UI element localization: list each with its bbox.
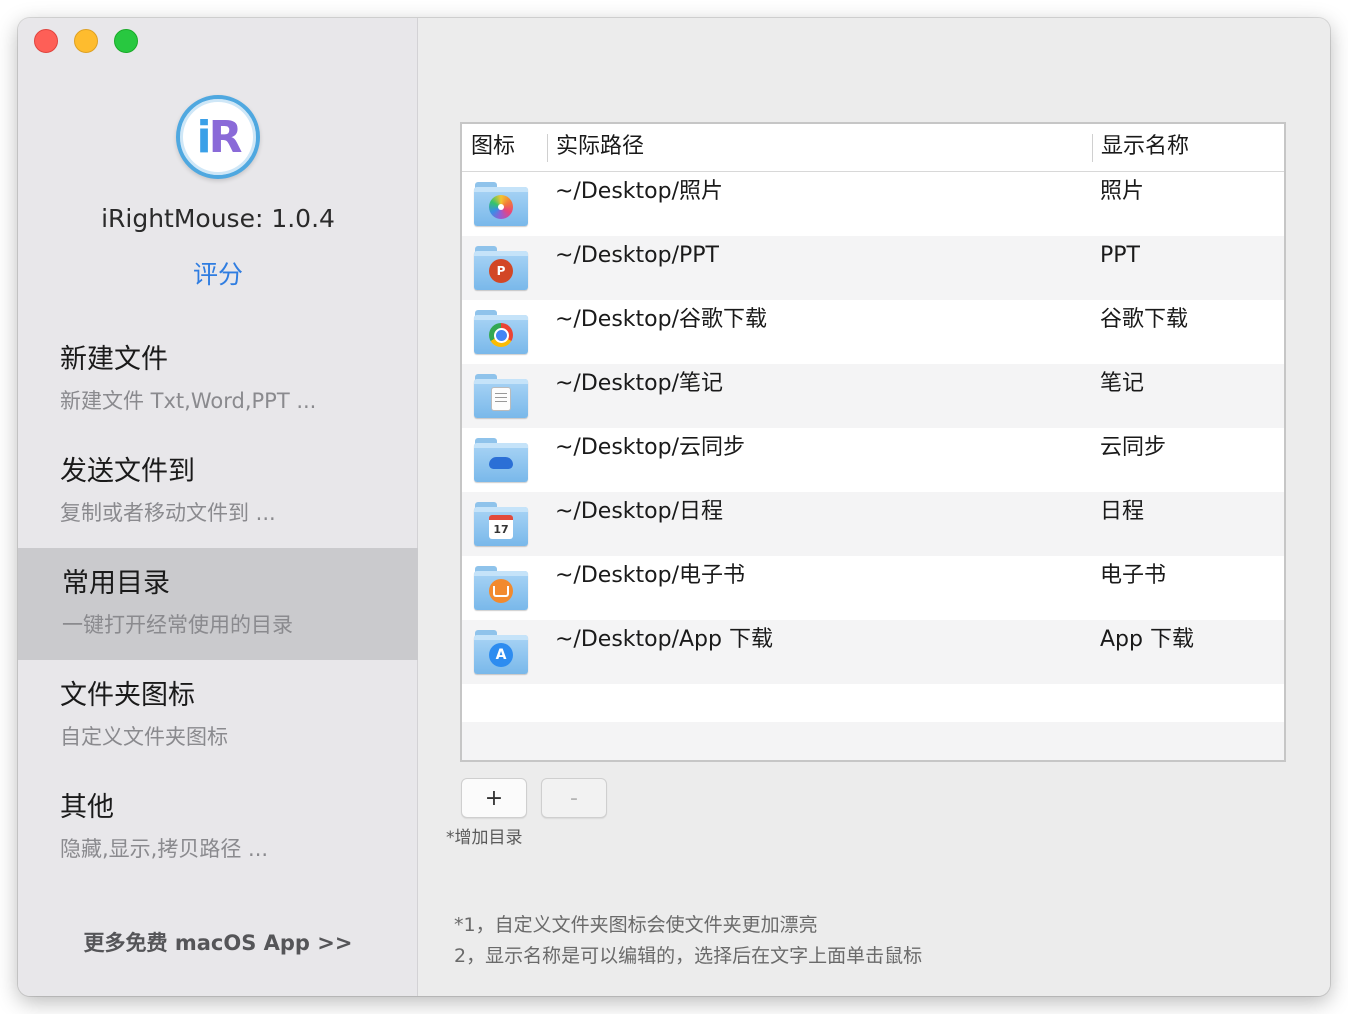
nav-item-common-directories[interactable]: 常用目录 一键打开经常使用的目录	[18, 548, 418, 660]
photos-folder-icon	[474, 182, 528, 226]
nav-item-subtitle: 一键打开经常使用的目录	[62, 613, 293, 637]
path-cell: ~/Desktop/云同步	[555, 435, 745, 460]
app-version: iRightMouse: 1.0.4	[101, 204, 335, 233]
column-header-icon[interactable]: 图标	[462, 124, 547, 171]
nav-item-subtitle: 自定义文件夹图标	[60, 725, 228, 749]
nav-item-title: 新建文件	[60, 344, 168, 375]
maximize-window-button[interactable]	[114, 29, 138, 53]
appstore-folder-icon: A	[474, 630, 528, 674]
table-row[interactable]: P ~/Desktop/PPT PPT	[462, 236, 1284, 300]
help-note-line: *1，自定义文件夹图标会使文件夹更加漂亮	[454, 914, 818, 936]
app-logo-icon: iR	[176, 95, 260, 179]
sidebar-nav: 新建文件 新建文件 Txt,Word,PPT ... 发送文件到 复制或者移动文…	[18, 324, 418, 884]
table-row[interactable]: ~/Desktop/笔记 笔记	[462, 364, 1284, 428]
display-name-cell[interactable]: 日程	[1092, 492, 1284, 556]
help-notes: *1，自定义文件夹图标会使文件夹更加漂亮 2，显示名称是可以编辑的，选择后在文字…	[454, 910, 922, 972]
remove-directory-button[interactable]: -	[541, 778, 607, 818]
path-cell: ~/Desktop/PPT	[555, 243, 719, 268]
path-cell: ~/Desktop/App 下载	[555, 627, 773, 652]
nav-item-folder-icons[interactable]: 文件夹图标 自定义文件夹图标	[18, 660, 418, 772]
path-cell: ~/Desktop/谷歌下载	[555, 307, 767, 332]
display-name-cell[interactable]: 电子书	[1092, 556, 1284, 620]
nav-item-title: 发送文件到	[60, 456, 195, 487]
display-name-cell[interactable]: App 下载	[1092, 620, 1284, 684]
main-panel: 图标 实际路径 显示名称 ~/Desktop/照片 照片 P ~/Desktop…	[419, 18, 1330, 996]
app-window: iR iRightMouse: 1.0.4 评分 新建文件 新建文件 Txt,W…	[18, 18, 1330, 996]
nav-item-subtitle: 隐藏,显示,拷贝路径 ...	[60, 837, 269, 861]
close-window-button[interactable]	[34, 29, 58, 53]
add-directory-button[interactable]: +	[461, 778, 527, 818]
nav-item-subtitle: 复制或者移动文件到 ...	[60, 501, 276, 525]
minimize-window-button[interactable]	[74, 29, 98, 53]
column-header-path[interactable]: 实际路径	[547, 124, 1092, 171]
nav-item-title: 文件夹图标	[60, 680, 195, 711]
books-folder-icon	[474, 566, 528, 610]
powerpoint-folder-icon: P	[474, 246, 528, 290]
help-note-line: 2，显示名称是可以编辑的，选择后在文字上面单击鼠标	[454, 945, 923, 967]
nav-item-title: 其他	[60, 792, 114, 823]
table-row[interactable]: ~/Desktop/照片 照片	[462, 172, 1284, 236]
table-row[interactable]: ~/Desktop/谷歌下载 谷歌下载	[462, 300, 1284, 364]
empty-row	[462, 722, 1284, 760]
empty-row	[462, 684, 1284, 722]
nav-item-subtitle: 新建文件 Txt,Word,PPT ...	[60, 389, 317, 413]
column-header-name[interactable]: 显示名称	[1092, 124, 1284, 171]
display-name-cell[interactable]: 照片	[1092, 172, 1284, 236]
table-row[interactable]: ~/Desktop/电子书 电子书	[462, 556, 1284, 620]
chrome-folder-icon	[474, 310, 528, 354]
directory-table: 图标 实际路径 显示名称 ~/Desktop/照片 照片 P ~/Desktop…	[460, 122, 1286, 762]
path-cell: ~/Desktop/笔记	[555, 371, 723, 396]
more-apps-link[interactable]: 更多免费 macOS App >>	[18, 927, 418, 957]
nav-item-send-to[interactable]: 发送文件到 复制或者移动文件到 ...	[18, 436, 418, 548]
nav-item-new-file[interactable]: 新建文件 新建文件 Txt,Word,PPT ...	[18, 324, 418, 436]
display-name-cell[interactable]: 云同步	[1092, 428, 1284, 492]
nav-item-other[interactable]: 其他 隐藏,显示,拷贝路径 ...	[18, 772, 418, 884]
path-cell: ~/Desktop/日程	[555, 499, 723, 524]
sidebar: iR iRightMouse: 1.0.4 评分 新建文件 新建文件 Txt,W…	[18, 18, 418, 996]
path-cell: ~/Desktop/照片	[555, 179, 723, 204]
rate-link[interactable]: 评分	[18, 255, 418, 291]
add-directory-caption: *增加目录	[446, 828, 523, 848]
window-controls	[34, 29, 138, 53]
table-header: 图标 实际路径 显示名称	[462, 124, 1284, 172]
table-row[interactable]: 17 ~/Desktop/日程 日程	[462, 492, 1284, 556]
display-name-cell[interactable]: 谷歌下载	[1092, 300, 1284, 364]
nav-item-title: 常用目录	[62, 568, 170, 599]
display-name-cell[interactable]: 笔记	[1092, 364, 1284, 428]
onedrive-folder-icon	[474, 438, 528, 482]
notes-folder-icon	[474, 374, 528, 418]
path-cell: ~/Desktop/电子书	[555, 563, 745, 588]
display-name-cell[interactable]: PPT	[1092, 236, 1284, 300]
table-row[interactable]: A ~/Desktop/App 下载 App 下载	[462, 620, 1284, 684]
table-row[interactable]: ~/Desktop/云同步 云同步	[462, 428, 1284, 492]
calendar-folder-icon: 17	[474, 502, 528, 546]
